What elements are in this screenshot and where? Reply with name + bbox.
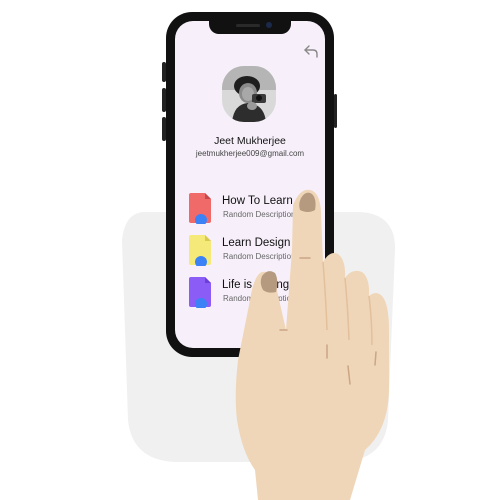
item-title: Learn Design xyxy=(222,237,291,249)
profile-photo xyxy=(222,66,276,122)
profile-name: Jeet Mukherjee xyxy=(214,135,286,147)
item-description: Random Description xyxy=(223,252,296,261)
phone-notch xyxy=(209,20,291,34)
document-icon xyxy=(189,277,211,308)
avatar[interactable] xyxy=(222,66,276,122)
list-item[interactable]: Life is Strange Random Description xyxy=(188,276,325,310)
item-title: How To Learn xyxy=(222,195,293,207)
front-camera xyxy=(266,22,272,28)
document-icon xyxy=(189,235,211,266)
back-arrow-icon[interactable] xyxy=(302,43,320,59)
list-item[interactable]: Learn Design Random Description xyxy=(188,234,325,268)
list-item[interactable]: How To Learn Random Description xyxy=(188,192,325,226)
volume-button xyxy=(162,88,166,112)
speaker-grille xyxy=(236,24,260,27)
document-icon xyxy=(189,193,211,224)
illustration: Jeet Mukherjee jeetmukherjee009@gmail.co… xyxy=(0,0,500,500)
item-title: Life is Strange xyxy=(222,279,296,291)
volume-button xyxy=(162,62,166,82)
item-description: Random Description xyxy=(223,210,296,219)
profile-email: jeetmukherjee009@gmail.com xyxy=(195,149,305,158)
item-description: Random Description xyxy=(223,294,296,303)
power-button xyxy=(334,94,337,128)
volume-button xyxy=(162,117,166,141)
